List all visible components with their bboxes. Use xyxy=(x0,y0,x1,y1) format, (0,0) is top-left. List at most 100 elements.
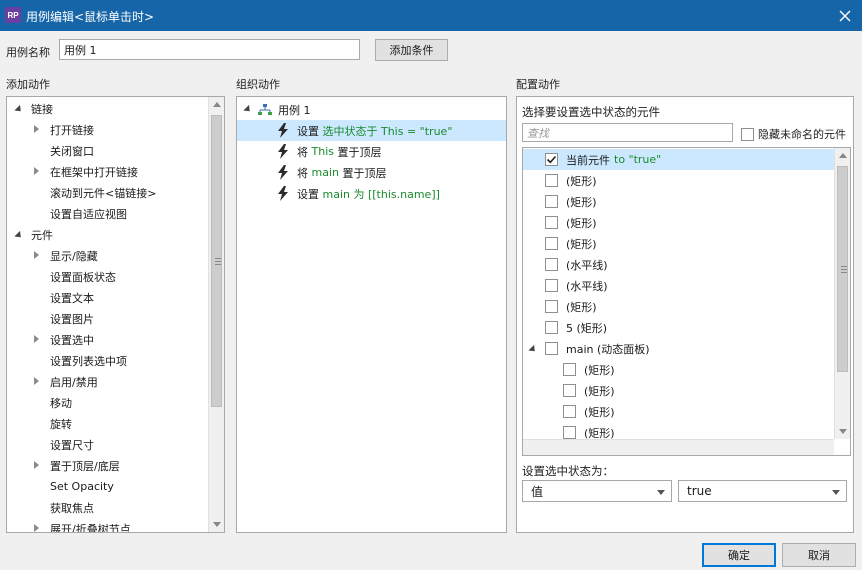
widget-list: 当前元件 to "true" (矩形) (矩形) (矩形) (矩形) (水平线) (水平线) (… xyxy=(522,147,851,456)
tri-right-shape xyxy=(34,167,39,175)
collapse-arrow-icon[interactable] xyxy=(34,522,48,532)
action-item[interactable]: 展开/折叠树节点 xyxy=(7,518,207,533)
widget-row[interactable]: main (动态面板) xyxy=(523,338,834,359)
cancel-button[interactable]: 取消 xyxy=(782,543,856,567)
hide-unnamed-check-icon[interactable] xyxy=(741,127,754,141)
widget-checkbox[interactable] xyxy=(563,426,576,439)
widget-row[interactable]: (矩形) xyxy=(523,191,834,212)
widget-row[interactable]: (矩形) xyxy=(523,359,834,380)
collapse-arrow-icon[interactable] xyxy=(34,375,48,388)
action-item-label: 设置列表选中项 xyxy=(50,354,127,368)
action-item[interactable]: 启用/禁用 xyxy=(7,371,207,392)
action-item[interactable]: 获取焦点 xyxy=(7,497,207,518)
organized-action-row[interactable]: 设置 选中状态于 This = "true" xyxy=(237,120,506,141)
add-actions-scrollbar[interactable] xyxy=(208,97,224,532)
collapse-arrow-icon[interactable] xyxy=(34,123,48,136)
widget-row[interactable]: 当前元件 to "true" xyxy=(523,149,834,170)
collapse-arrow-icon[interactable] xyxy=(34,249,48,262)
action-item[interactable]: 移动 xyxy=(7,392,207,413)
organized-action-row[interactable]: 将 This 置于顶层 xyxy=(237,141,506,162)
scroll-thumb[interactable] xyxy=(211,115,222,407)
action-item[interactable]: 滚动到元件<锚链接> xyxy=(7,182,207,203)
tri-right-shape xyxy=(34,335,39,343)
widget-label: (水平线) xyxy=(566,258,608,272)
widget-checkbox[interactable] xyxy=(545,216,558,229)
widget-row[interactable]: (矩形) xyxy=(523,212,834,233)
action-verb: 将 xyxy=(297,145,312,159)
hide-unnamed-checkbox[interactable]: 隐藏未命名的元件 xyxy=(741,126,846,142)
scroll-down-arrow-icon[interactable] xyxy=(839,429,847,434)
state-value-select[interactable]: true xyxy=(678,480,847,502)
close-button[interactable] xyxy=(828,0,862,31)
action-item[interactable]: 置于顶层/底层 xyxy=(7,455,207,476)
action-item[interactable]: 显示/隐藏 xyxy=(7,245,207,266)
action-item[interactable]: 在框架中打开链接 xyxy=(7,161,207,182)
widget-row[interactable]: (矩形) xyxy=(523,233,834,254)
collapse-arrow-icon[interactable] xyxy=(34,165,48,178)
organized-action-row[interactable]: 设置 main 为 [[this.name]] xyxy=(237,183,506,204)
widget-checkbox[interactable] xyxy=(563,405,576,418)
action-item[interactable]: 元件 xyxy=(7,224,207,245)
collapse-arrow-icon[interactable] xyxy=(34,459,48,472)
configure-actions-heading: 配置动作 xyxy=(516,78,560,91)
action-item[interactable]: 设置自适应视图 xyxy=(7,203,207,224)
search-input[interactable]: 查找 xyxy=(522,123,733,142)
widget-checkbox[interactable] xyxy=(545,237,558,250)
widget-row[interactable]: (矩形) xyxy=(523,401,834,422)
widget-row[interactable]: (水平线) xyxy=(523,254,834,275)
action-item[interactable]: 关闭窗口 xyxy=(7,140,207,161)
action-item[interactable]: 设置图片 xyxy=(7,308,207,329)
widget-label: (矩形) xyxy=(584,405,615,419)
action-item[interactable]: 打开链接 xyxy=(7,119,207,140)
widget-checkbox[interactable] xyxy=(545,153,558,166)
action-item[interactable]: 设置选中 xyxy=(7,329,207,350)
widget-label: 当前元件 xyxy=(566,153,610,167)
action-item[interactable]: Set Opacity xyxy=(7,476,207,497)
add-actions-heading: 添加动作 xyxy=(6,78,50,91)
widget-row[interactable]: (矩形) xyxy=(523,296,834,317)
add-condition-button[interactable]: 添加条件 xyxy=(375,39,448,61)
widget-checkbox[interactable] xyxy=(563,363,576,376)
expand-arrow-icon[interactable] xyxy=(528,342,545,355)
expand-arrow-icon[interactable] xyxy=(14,102,29,115)
action-item[interactable]: 设置文本 xyxy=(7,287,207,308)
scroll-thumb[interactable] xyxy=(837,166,848,372)
widget-list-hscrollbar[interactable] xyxy=(523,439,834,455)
action-item-label: 设置文本 xyxy=(50,291,94,305)
expand-arrow-icon[interactable] xyxy=(14,228,29,241)
case-name-input[interactable]: 用例 1 xyxy=(59,39,360,60)
collapse-arrow-icon[interactable] xyxy=(34,333,48,346)
action-item[interactable]: 链接 xyxy=(7,98,207,119)
scroll-down-arrow-icon[interactable] xyxy=(213,522,221,527)
action-item[interactable]: 设置尺寸 xyxy=(7,434,207,455)
widget-checkbox[interactable] xyxy=(545,300,558,313)
widget-checkbox[interactable] xyxy=(545,321,558,334)
scroll-up-arrow-icon[interactable] xyxy=(213,102,221,107)
widget-checkbox[interactable] xyxy=(545,258,558,271)
action-target: main xyxy=(311,166,339,179)
case-node[interactable]: 用例 1 xyxy=(237,99,506,120)
widget-row[interactable]: (矩形) xyxy=(523,422,834,439)
action-item[interactable]: 旋转 xyxy=(7,413,207,434)
widget-checkbox[interactable] xyxy=(545,195,558,208)
widget-label: (矩形) xyxy=(584,426,615,440)
widget-label: (矩形) xyxy=(566,300,597,314)
widget-checkbox[interactable] xyxy=(545,174,558,187)
scroll-up-arrow-icon[interactable] xyxy=(839,153,847,158)
widget-checkbox[interactable] xyxy=(545,342,558,355)
widget-checkbox[interactable] xyxy=(563,384,576,397)
organized-action-row[interactable]: 将 main 置于顶层 xyxy=(237,162,506,183)
action-item-label: 展开/折叠树节点 xyxy=(50,522,131,533)
action-item[interactable]: 设置列表选中项 xyxy=(7,350,207,371)
widget-row[interactable]: 5 (矩形) xyxy=(523,317,834,338)
ok-button[interactable]: 确定 xyxy=(702,543,776,567)
widget-list-vscrollbar[interactable] xyxy=(834,148,850,439)
state-type-select[interactable]: 值 xyxy=(522,480,672,502)
widget-row[interactable]: (水平线) xyxy=(523,275,834,296)
widget-checkbox[interactable] xyxy=(545,279,558,292)
expand-arrow-icon[interactable] xyxy=(243,104,253,115)
widget-row[interactable]: (矩形) xyxy=(523,380,834,401)
action-item[interactable]: 设置面板状态 xyxy=(7,266,207,287)
widget-row[interactable]: (矩形) xyxy=(523,170,834,191)
search-placeholder: 查找 xyxy=(527,126,549,140)
